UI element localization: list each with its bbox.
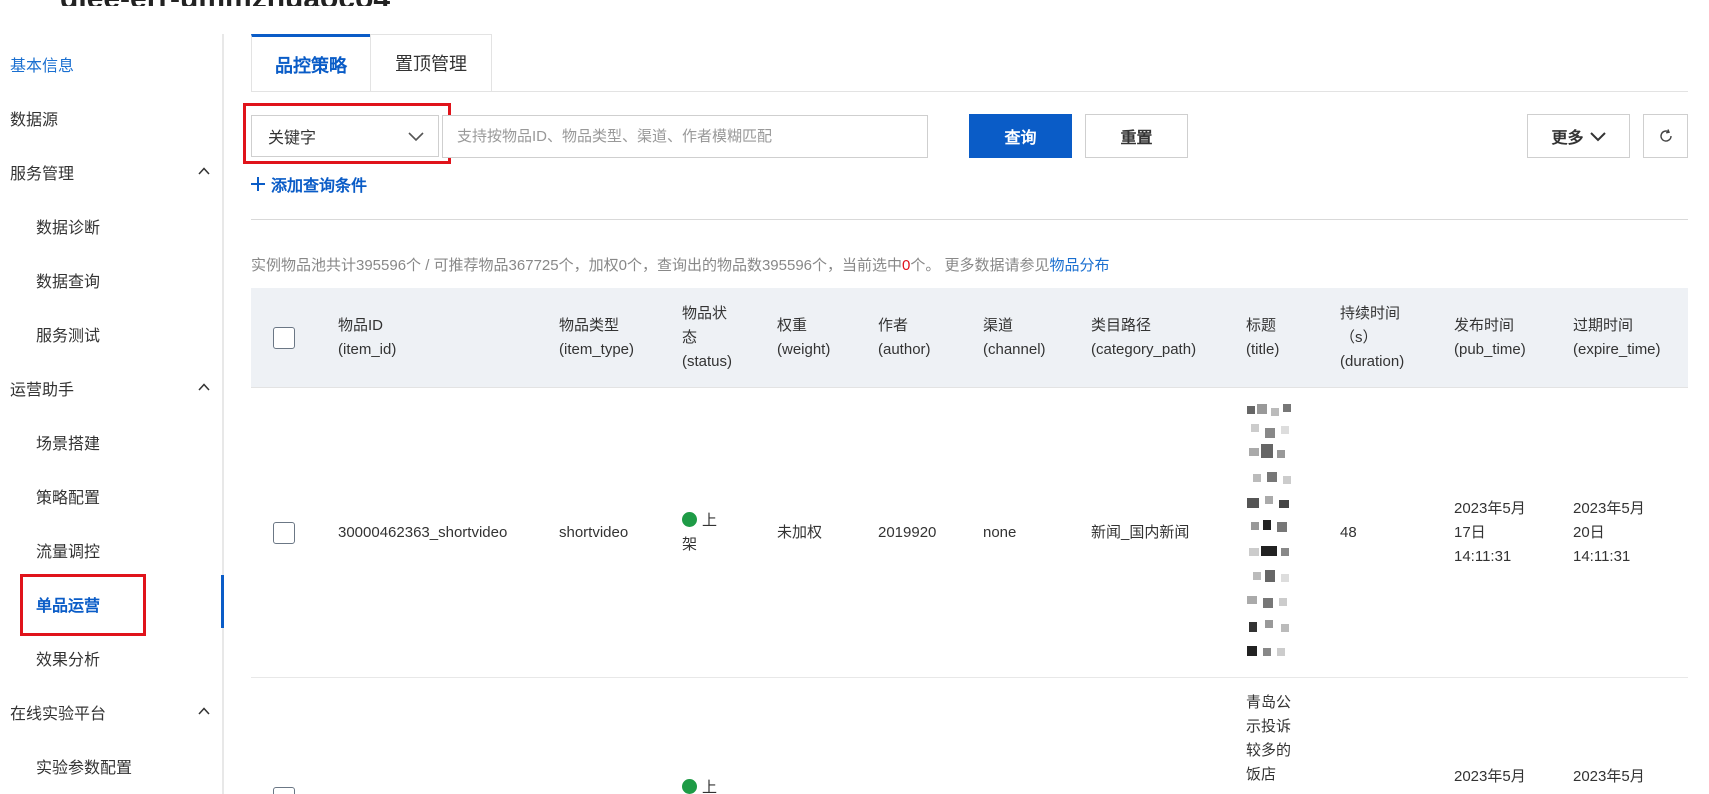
sidebar-item-label: 数据源 (10, 112, 59, 129)
cell-category-path: 新闻_国内新闻 (1091, 524, 1190, 541)
reset-button[interactable]: 重置 (1085, 114, 1188, 158)
refresh-button[interactable] (1643, 114, 1688, 158)
sidebar-item-experiment-params[interactable]: 实验参数配置 (0, 746, 222, 786)
tab-divider (251, 91, 1688, 92)
table-row[interactable]: 上 青岛公 示投诉 较多的 饭店 2023年5月 2023年5月 (251, 679, 1688, 794)
chevron-up-icon (198, 167, 210, 175)
sidebar-item-label: 数据诊断 (36, 220, 101, 237)
check-circle-icon (682, 779, 697, 794)
cell-author: 2019920 (878, 524, 937, 541)
section-divider (251, 219, 1688, 220)
table-row[interactable]: 30000462363_shortvideo shortvideo 上 架 未加… (251, 388, 1688, 678)
cell-weight: 未加权 (777, 524, 823, 541)
sidebar-item-data-diagnosis[interactable]: 数据诊断 (0, 206, 222, 246)
sidebar-item-label: 效果分析 (36, 652, 101, 669)
sidebar-item-label: 运营助手 (10, 382, 75, 399)
sidebar: 基本信息 数据源 服务管理 数据诊断 数据查询 服务测试 运营助手 场景搭建 策… (0, 34, 224, 794)
cell-expire-time: 2023年5月 (1573, 768, 1645, 785)
cell-item-id: 30000462363_shortvideo (338, 524, 508, 541)
column-header-channel[interactable]: 渠道 (channel) (983, 288, 1046, 388)
sidebar-item-label: 数据查询 (36, 274, 101, 291)
sidebar-item-data-source[interactable]: 数据源 (0, 98, 222, 138)
sidebar-item-data-query[interactable]: 数据查询 (0, 260, 222, 300)
item-pool-summary: 实例物品池共计395596个 / 可推荐物品367725个，加权0个，查询出的物… (251, 254, 1110, 275)
query-button[interactable]: 查询 (969, 114, 1072, 158)
column-header-item-id[interactable]: 物品ID (item_id) (338, 288, 396, 388)
sidebar-item-label: 实验参数配置 (36, 760, 133, 777)
cell-pub-time: 2023年5月 (1454, 768, 1526, 785)
cell-title-pixelated (1245, 402, 1301, 662)
sidebar-item-effect-analysis[interactable]: 效果分析 (0, 638, 222, 678)
search-input[interactable] (442, 115, 928, 158)
page-header-partial: dlee-err-ummzhuaoco4 (60, 0, 390, 6)
sidebar-item-basic-info[interactable]: 基本信息 (0, 44, 222, 84)
add-query-condition-label: 添加查询条件 (271, 178, 368, 195)
column-header-status[interactable]: 物品状态 (status) (682, 288, 732, 388)
cell-item-type: shortvideo (559, 524, 629, 541)
sidebar-group-operation-assistant[interactable]: 运营助手 (0, 368, 222, 408)
row-checkbox[interactable] (273, 522, 295, 544)
sidebar-item-label: 场景搭建 (36, 436, 101, 453)
tab-quality-control[interactable]: 品控策略 (251, 34, 371, 92)
summary-text-after: 个。 更多数据请参见 (910, 257, 1050, 274)
cell-status: 上 架 (682, 512, 718, 553)
highlight-box-select (243, 103, 451, 164)
select-all-checkbox[interactable] (273, 327, 295, 349)
highlight-box-sidebar (20, 574, 146, 636)
check-circle-icon (682, 512, 697, 527)
cell-pub-time: 2023年5月 17日 14:11:31 (1454, 500, 1526, 565)
table-header: 物品ID (item_id) 物品类型 (item_type) 物品状态 (statu… (251, 288, 1688, 388)
column-header-duration[interactable]: 持续时间 （s） (duration) (1340, 288, 1404, 388)
column-header-title[interactable]: 标题 (title) (1246, 288, 1279, 388)
sidebar-item-label: 服务管理 (10, 166, 75, 183)
sidebar-item-label: 策略配置 (36, 490, 101, 507)
column-header-category-path[interactable]: 类目路径 (category_path) (1091, 288, 1196, 388)
refresh-icon (1659, 129, 1672, 142)
more-button[interactable]: 更多 (1527, 114, 1630, 158)
sidebar-item-service-test[interactable]: 服务测试 (0, 314, 222, 354)
row-checkbox[interactable] (273, 787, 295, 794)
column-header-item-type[interactable]: 物品类型 (item_type) (559, 288, 634, 388)
cell-title: 青岛公 示投诉 较多的 饭店 (1246, 694, 1292, 783)
sidebar-item-scene-setup[interactable]: 场景搭建 (0, 422, 222, 462)
add-query-condition-link[interactable]: 添加查询条件 (251, 172, 367, 196)
cell-status: 上 (682, 776, 717, 794)
column-header-weight[interactable]: 权重 (weight) (777, 288, 830, 388)
plus-icon (251, 177, 265, 191)
cell-channel: none (983, 524, 1017, 541)
item-distribution-link[interactable]: 物品分布 (1050, 257, 1110, 274)
cell-duration: 48 (1340, 524, 1357, 541)
tab-pin-management[interactable]: 置顶管理 (370, 34, 492, 92)
sidebar-item-label: 基本信息 (10, 58, 75, 75)
sidebar-active-indicator (221, 575, 224, 628)
column-header-expire-time[interactable]: 过期时间 (expire_time) (1573, 288, 1661, 388)
chevron-up-icon (198, 383, 210, 391)
chevron-down-icon (1589, 132, 1606, 142)
sidebar-item-label: 服务测试 (36, 328, 101, 345)
column-header-author[interactable]: 作者 (author) (878, 288, 931, 388)
cell-expire-time: 2023年5月 20日 14:11:31 (1573, 500, 1645, 565)
sidebar-group-service-management[interactable]: 服务管理 (0, 152, 222, 192)
column-header-pub-time[interactable]: 发布时间 (pub_time) (1454, 288, 1526, 388)
sidebar-item-label: 在线实验平台 (10, 706, 107, 723)
sidebar-group-online-experiment[interactable]: 在线实验平台 (0, 692, 222, 732)
sidebar-item-strategy-config[interactable]: 策略配置 (0, 476, 222, 516)
chevron-up-icon (198, 707, 210, 715)
sidebar-item-label: 流量调控 (36, 544, 101, 561)
more-button-label: 更多 (1551, 130, 1584, 147)
sidebar-item-traffic-control[interactable]: 流量调控 (0, 530, 222, 570)
summary-text: 实例物品池共计395596个 / 可推荐物品367725个，加权0个，查询出的物… (251, 257, 903, 274)
